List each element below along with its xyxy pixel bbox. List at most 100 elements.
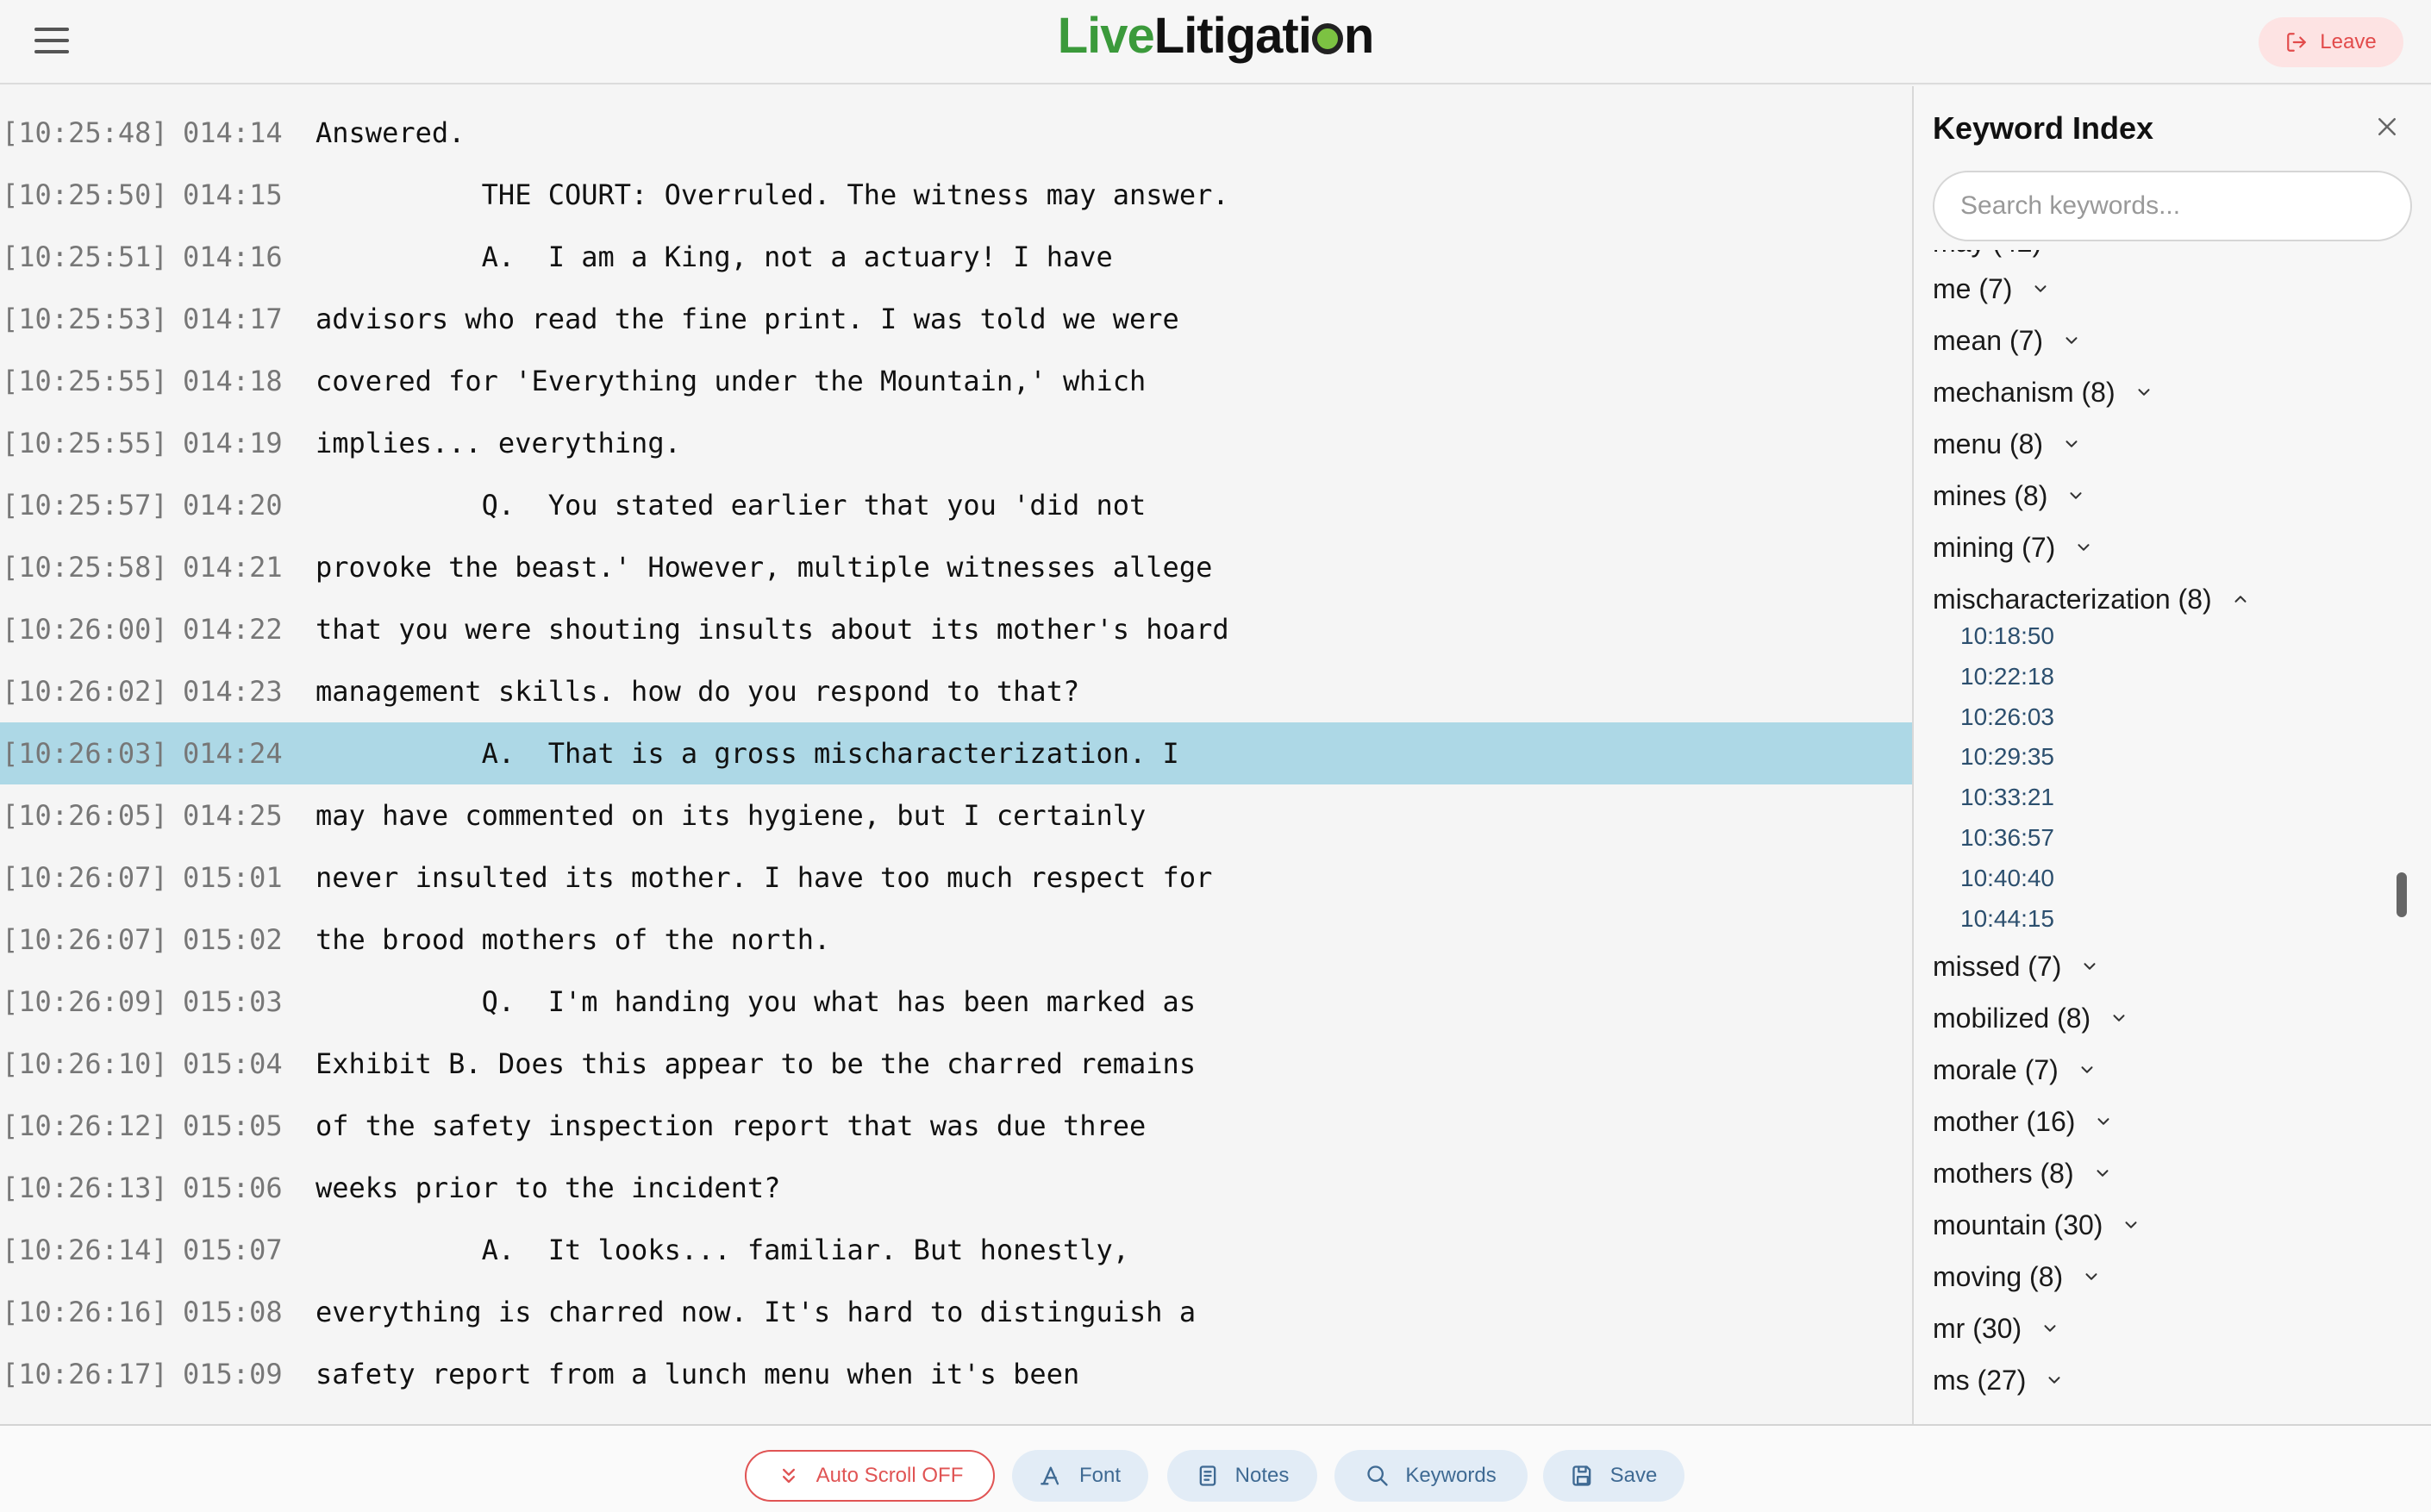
chevron-up-icon[interactable] — [2231, 590, 2250, 609]
keyword-label: morale (7) — [1933, 1053, 2059, 1085]
chevron-down-icon[interactable] — [2082, 1267, 2101, 1286]
chevron-down-icon[interactable] — [2040, 1319, 2059, 1338]
close-icon[interactable] — [2374, 114, 2400, 140]
keyword-item[interactable]: mean (7) — [1933, 319, 2081, 362]
transcript-line[interactable]: [10:26:07] 015:02 the brood mothers of the… — [0, 909, 1912, 971]
save-button[interactable]: Save — [1543, 1450, 1684, 1502]
transcript-line[interactable]: [10:26:09] 015:03 Q. I'm handing you what… — [0, 971, 1912, 1033]
transcript-line[interactable]: [10:26:12] 015:05 of the safety inspection… — [0, 1095, 1912, 1157]
transcript-viewer[interactable]: [10:25:48] 014:14 Answered. [10:25:50] 014:1… — [0, 86, 1912, 1424]
keyword-occurrence-timestamp[interactable]: 10:44:15 — [1960, 902, 2054, 936]
keyword-item[interactable]: ms (27) — [1933, 1359, 2064, 1402]
keyword-occurrence-timestamp[interactable]: 10:22:18 — [1960, 659, 2054, 694]
timestamp: [10:26:10] — [2, 1047, 168, 1080]
logo-o-mark-icon — [1311, 23, 1343, 54]
keyword-item[interactable]: mischaracterization (8) — [1933, 578, 2250, 621]
timestamp: [10:25:51] — [2, 241, 168, 273]
keyword-list-scrollbar[interactable] — [2397, 872, 2407, 917]
transcript-line[interactable]: [10:26:05] 014:25 may have commented on it… — [0, 784, 1912, 847]
chevron-down-icon[interactable] — [2078, 1060, 2097, 1079]
line-text: everything is charred now. It's hard to … — [316, 1296, 1197, 1328]
chevron-down-icon[interactable] — [2093, 1164, 2112, 1183]
line-number: 015:09 — [183, 1358, 283, 1390]
keyword-occurrence-timestamp[interactable]: 10:33:21 — [1960, 780, 2054, 815]
transcript-line[interactable]: [10:25:55] 014:19 implies... everything. — [0, 412, 1912, 474]
chevron-down-icon[interactable] — [2094, 1112, 2113, 1131]
line-number: 015:02 — [183, 923, 283, 956]
auto-scroll-label: Auto Scroll OFF — [816, 1464, 964, 1487]
leave-button[interactable]: Leave — [2259, 17, 2403, 67]
transcript-line[interactable]: [10:26:16] 015:08 everything is charred no… — [0, 1281, 1912, 1343]
transcript-line[interactable]: [10:26:03] 014:24 A. That is a gross misc… — [0, 722, 1912, 784]
chevron-down-icon[interactable] — [2062, 434, 2081, 453]
transcript-line[interactable]: [10:26:17] 015:09 safety report from a lun… — [0, 1343, 1912, 1405]
chevron-down-icon[interactable] — [2074, 538, 2093, 557]
transcript-line[interactable]: [10:26:00] 014:22 that you were shouting i… — [0, 598, 1912, 660]
transcript-line[interactable]: [10:26:02] 014:23 management skills. how d… — [0, 660, 1912, 722]
chevron-down-icon[interactable] — [2062, 331, 2081, 350]
chevron-down-icon[interactable] — [2134, 383, 2153, 402]
line-number: 015:08 — [183, 1296, 283, 1328]
chevron-down-icon[interactable] — [2066, 486, 2085, 505]
font-button[interactable]: Font — [1012, 1450, 1148, 1502]
line-text: A. It looks... familiar. But honestly, — [316, 1234, 1130, 1266]
keyword-label: may (42) — [1933, 250, 2041, 259]
line-text: Answered. — [316, 116, 466, 149]
keyword-occurrence-timestamp[interactable]: 10:40:40 — [1960, 861, 2054, 896]
keyword-item[interactable]: menu (8) — [1933, 422, 2081, 465]
transcript-line[interactable]: [10:26:13] 015:06 weeks prior to the incid… — [0, 1157, 1912, 1219]
line-number: 015:06 — [183, 1171, 283, 1204]
keyword-occurrence-timestamp[interactable]: 10:26:03 — [1960, 700, 2054, 734]
keyword-item[interactable]: mobilized (8) — [1933, 997, 2128, 1040]
chevron-down-icon[interactable] — [2122, 1215, 2140, 1234]
keyword-item[interactable]: morale (7) — [1933, 1048, 2097, 1091]
keyword-item[interactable]: mines (8) — [1933, 474, 2085, 517]
transcript-line[interactable]: [10:25:55] 014:18 covered for 'Everything … — [0, 350, 1912, 412]
timestamp: [10:26:12] — [2, 1109, 168, 1142]
transcript-line[interactable]: [10:25:58] 014:21 provoke the beast.' Howe… — [0, 536, 1912, 598]
keyword-label: mothers (8) — [1933, 1157, 2074, 1189]
transcript-line[interactable]: [10:25:53] 014:17 advisors who read the fi… — [0, 288, 1912, 350]
transcript-line[interactable]: [10:25:57] 014:20 Q. You stated earlier t… — [0, 474, 1912, 536]
chevron-down-icon[interactable] — [2031, 279, 2050, 298]
keyword-item[interactable]: me (7) — [1933, 267, 2050, 310]
keyword-item[interactable]: mr (30) — [1933, 1307, 2059, 1350]
keyword-item[interactable]: mechanism (8) — [1933, 371, 2153, 414]
keywords-button[interactable]: Keywords — [1334, 1450, 1528, 1502]
keyword-item-clipped[interactable]: may (42) — [1933, 250, 2041, 264]
transcript-line[interactable]: [10:25:50] 014:15 THE COURT: Overruled. T… — [0, 164, 1912, 226]
keyword-list[interactable]: may (42) me (7) mean (7) mechanism (8) menu … — [1914, 250, 2414, 1424]
keyword-label: mean (7) — [1933, 324, 2044, 356]
line-text: Q. I'm handing you what has been marked … — [316, 985, 1197, 1018]
timestamp: [10:25:57] — [2, 489, 168, 522]
keyword-occurrence-timestamp[interactable]: 10:29:35 — [1960, 740, 2054, 774]
keyword-item[interactable]: moving (8) — [1933, 1255, 2101, 1298]
line-text: of the safety inspection report that was… — [316, 1109, 1147, 1142]
keyword-search-input[interactable] — [1933, 171, 2412, 241]
chevron-down-icon[interactable] — [2109, 1009, 2128, 1028]
logo-litigation-text: Litigati — [1153, 8, 1312, 64]
auto-scroll-button[interactable]: Auto Scroll OFF — [745, 1450, 995, 1502]
keyword-item[interactable]: mountain (30) — [1933, 1203, 2140, 1246]
logo-n-text: n — [1343, 8, 1374, 64]
timestamp: [10:25:48] — [2, 116, 168, 149]
transcript-line[interactable]: [10:26:14] 015:07 A. It looks... familiar… — [0, 1219, 1912, 1281]
transcript-line[interactable]: [10:26:10] 015:04 Exhibit B. Does this app… — [0, 1033, 1912, 1095]
keyword-occurrence-timestamp[interactable]: 10:18:50 — [1960, 619, 2054, 653]
save-icon — [1572, 1465, 1590, 1486]
keyword-item[interactable]: mothers (8) — [1933, 1152, 2112, 1195]
keyword-item[interactable]: mining (7) — [1933, 526, 2093, 569]
timestamp: [10:26:00] — [2, 613, 168, 646]
notes-button[interactable]: Notes — [1167, 1450, 1317, 1502]
keyword-occurrence-timestamp[interactable]: 10:36:57 — [1960, 821, 2054, 855]
transcript-line[interactable]: [10:26:07] 015:01 never insulted its mothe… — [0, 847, 1912, 909]
line-number: 014:14 — [183, 116, 283, 149]
keyword-item[interactable]: missed (7) — [1933, 945, 2099, 988]
transcript-line[interactable]: [10:25:51] 014:16 A. I am a King, not a a… — [0, 226, 1912, 288]
line-number: 014:20 — [183, 489, 283, 522]
chevron-down-icon[interactable] — [2080, 957, 2099, 976]
transcript-line[interactable]: [10:25:48] 014:14 Answered. — [0, 102, 1912, 164]
keyword-item[interactable]: mother (16) — [1933, 1100, 2113, 1143]
chevron-down-icon[interactable] — [2045, 1371, 2064, 1390]
keyword-index-panel: Keyword Index may (42) me (7) mean (7) mech… — [1912, 86, 2431, 1424]
